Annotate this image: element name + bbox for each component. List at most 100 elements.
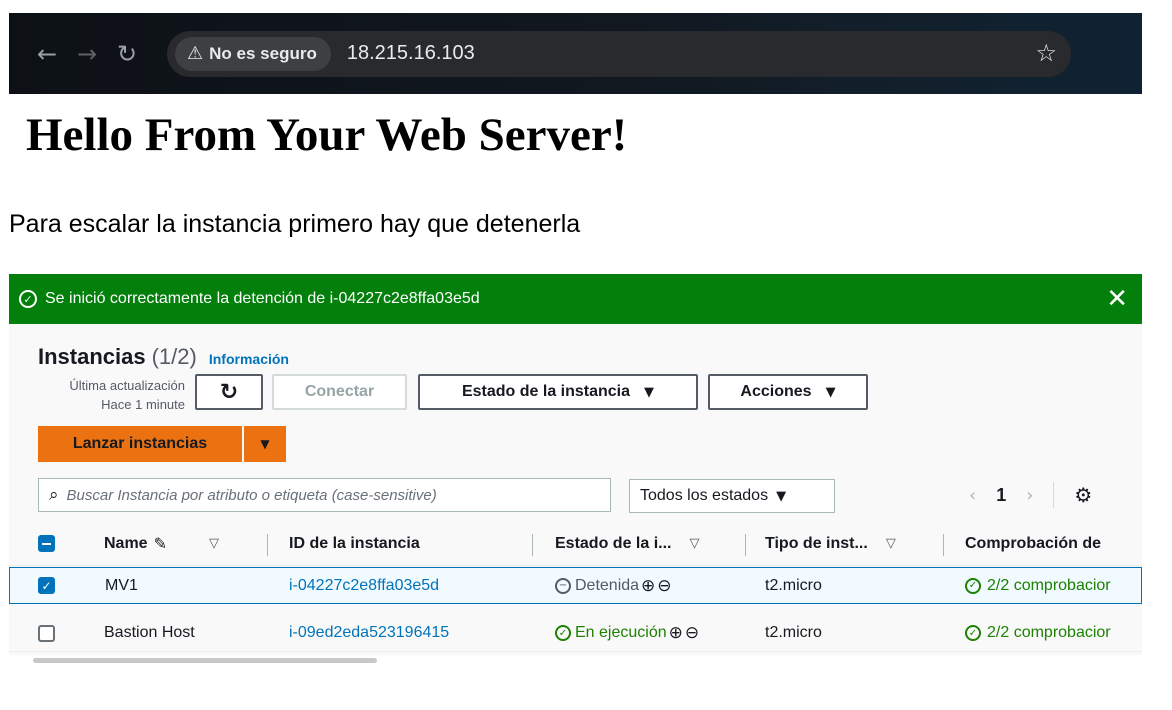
zoom-out-icon[interactable]: ⊖ xyxy=(657,576,671,596)
zoom-in-icon[interactable]: ⊕ xyxy=(669,623,683,643)
column-name-label: Name xyxy=(104,534,148,552)
table-row[interactable]: ✓ MV1 i-04227c2e8ffa03e5d − Detenida ⊕ ⊖… xyxy=(9,567,1142,604)
refresh-button[interactable]: ↻ xyxy=(195,374,263,410)
close-icon[interactable]: ✕ xyxy=(1106,284,1128,314)
column-divider xyxy=(532,534,533,556)
select-all-cell[interactable] xyxy=(38,522,55,565)
launch-split-button: Lanzar instancias ▼ xyxy=(38,426,286,462)
column-checks-label: Comprobación de xyxy=(965,534,1102,552)
status-checks-ok: ✓ 2/2 comprobacior xyxy=(965,577,1111,595)
instance-type: t2.micro xyxy=(765,576,822,594)
launch-instances-button[interactable]: Lanzar instancias xyxy=(38,426,242,462)
search-input[interactable]: ⌕ Buscar Instancia por atributo o etique… xyxy=(38,478,611,512)
forward-arrow-icon[interactable]: → xyxy=(67,34,107,74)
caret-down-icon: ▼ xyxy=(260,437,270,451)
refresh-icon: ↻ xyxy=(219,379,239,405)
prev-page-icon[interactable]: ‹ xyxy=(969,485,976,506)
table-header: Name ✎ ▽ ID de la instancia Estado de la… xyxy=(9,522,1142,566)
instances-panel: Instancias (1/2) Información Última actu… xyxy=(9,324,1142,664)
panel-header: Instancias (1/2) Información xyxy=(38,344,289,370)
last-update-label: Última actualización xyxy=(69,378,185,393)
column-id[interactable]: ID de la instancia xyxy=(289,522,420,565)
warning-triangle-icon: ⚠ xyxy=(187,43,204,64)
select-all-checkbox[interactable] xyxy=(38,535,55,552)
column-state-label: Estado de la i... xyxy=(555,534,672,552)
filter-value: Todos los estados xyxy=(640,487,769,504)
column-divider xyxy=(943,534,944,556)
search-placeholder: Buscar Instancia por atributo o etiqueta… xyxy=(66,486,437,504)
zoom-out-icon[interactable]: ⊖ xyxy=(685,623,699,643)
launch-dropdown-button[interactable]: ▼ xyxy=(244,426,286,462)
state-filter-select[interactable]: Todos los estados ▼ xyxy=(629,479,835,513)
actions-label: Acciones xyxy=(740,383,812,400)
column-checks[interactable]: Comprobación de xyxy=(965,522,1101,565)
check-circle-icon: ✓ xyxy=(555,625,571,641)
status-checks-text[interactable]: 2/2 comprobacior xyxy=(987,577,1111,595)
panel-title: Instancias xyxy=(38,344,146,369)
browser-toolbar: ← → ↻ ⚠ No es seguro 18.215.16.103 ☆ xyxy=(9,13,1142,94)
row-select-cell[interactable] xyxy=(38,615,55,651)
row-checkbox[interactable]: ✓ xyxy=(38,577,55,594)
flash-message: Se inició correctamente la detención de … xyxy=(45,290,480,307)
status-checks-cell: ✓ 2/2 comprobacior xyxy=(965,615,1111,651)
scrollbar-thumb[interactable] xyxy=(33,658,377,663)
status-checks-text[interactable]: 2/2 comprobacior xyxy=(987,624,1111,642)
state-stopped: − Detenida xyxy=(555,577,639,595)
status-checks-ok: ✓ 2/2 comprobacior xyxy=(965,624,1111,642)
last-update: Última actualización Hace 1 minute xyxy=(35,376,185,414)
instance-id-link[interactable]: i-09ed2eda523196415 xyxy=(289,615,449,651)
settings-gear-icon[interactable]: ⚙ xyxy=(1074,483,1092,507)
status-checks-cell: ✓ 2/2 comprobacior xyxy=(965,568,1111,603)
instance-id-link[interactable]: i-04227c2e8ffa03e5d xyxy=(289,568,439,603)
sort-icon[interactable]: ▽ xyxy=(689,536,699,551)
actions-button[interactable]: Acciones ▼ xyxy=(708,374,868,410)
success-check-icon: ✓ xyxy=(19,290,37,308)
check-circle-icon: ✓ xyxy=(965,625,981,641)
last-update-value: Hace 1 minute xyxy=(101,397,185,412)
instance-state-cell: − Detenida ⊕ ⊖ xyxy=(555,568,672,603)
instance-state-cell: ✓ En ejecución ⊕ ⊖ xyxy=(555,615,699,651)
back-arrow-icon[interactable]: ← xyxy=(27,34,67,74)
pager-divider xyxy=(1053,482,1055,508)
state-running: ✓ En ejecución xyxy=(555,624,667,642)
column-divider xyxy=(267,534,268,556)
zoom-in-icon[interactable]: ⊕ xyxy=(641,576,655,596)
table-row[interactable]: Bastion Host i-09ed2eda523196415 ✓ En ej… xyxy=(9,615,1142,652)
next-page-icon[interactable]: › xyxy=(1026,485,1033,506)
success-flash-banner: ✓ Se inició correctamente la detención d… xyxy=(9,274,1142,324)
address-bar[interactable]: ⚠ No es seguro 18.215.16.103 ☆ xyxy=(167,30,1071,77)
instance-name: Bastion Host xyxy=(104,624,195,641)
pagination: ‹ 1 › ⚙ xyxy=(969,482,1092,508)
instance-state-button[interactable]: Estado de la instancia ▼ xyxy=(418,374,698,410)
security-label: No es seguro xyxy=(209,43,317,63)
column-id-label: ID de la instancia xyxy=(289,534,420,552)
sort-icon[interactable]: ▽ xyxy=(209,536,219,551)
instance-state-label: Estado de la instancia xyxy=(461,383,631,400)
search-icon: ⌕ xyxy=(49,485,59,505)
instance-name: MV1 xyxy=(105,576,138,594)
row-checkbox[interactable] xyxy=(38,624,55,642)
url-text[interactable]: 18.215.16.103 xyxy=(347,42,475,65)
caret-down-icon: ▼ xyxy=(776,488,787,504)
row-select-cell[interactable]: ✓ xyxy=(38,568,55,603)
instance-state-text: En ejecución xyxy=(575,624,667,641)
column-state[interactable]: Estado de la i... ▽ xyxy=(555,522,699,565)
caret-down-icon: ▼ xyxy=(825,384,836,400)
caret-down-icon: ▼ xyxy=(644,384,655,400)
connect-button[interactable]: Conectar xyxy=(272,374,407,410)
page-caption: Para escalar la instancia primero hay qu… xyxy=(9,210,581,238)
current-page[interactable]: 1 xyxy=(996,485,1006,506)
edit-pencil-icon: ✎ xyxy=(153,534,167,553)
reload-icon[interactable]: ↻ xyxy=(107,34,147,74)
selection-count: (1/2) xyxy=(151,344,197,369)
info-link[interactable]: Información xyxy=(209,351,289,367)
column-type[interactable]: Tipo de inst... ▽ xyxy=(765,522,896,565)
column-type-label: Tipo de inst... xyxy=(765,534,868,552)
ec2-console: ✓ Se inició correctamente la detención d… xyxy=(9,274,1142,664)
instance-state-text: Detenida xyxy=(575,576,640,594)
check-circle-icon: ✓ xyxy=(965,577,981,594)
security-indicator[interactable]: ⚠ No es seguro xyxy=(175,36,331,71)
sort-icon[interactable]: ▽ xyxy=(886,536,896,551)
column-name[interactable]: Name ✎ ▽ xyxy=(104,522,219,565)
bookmark-star-icon[interactable]: ☆ xyxy=(1035,39,1057,67)
